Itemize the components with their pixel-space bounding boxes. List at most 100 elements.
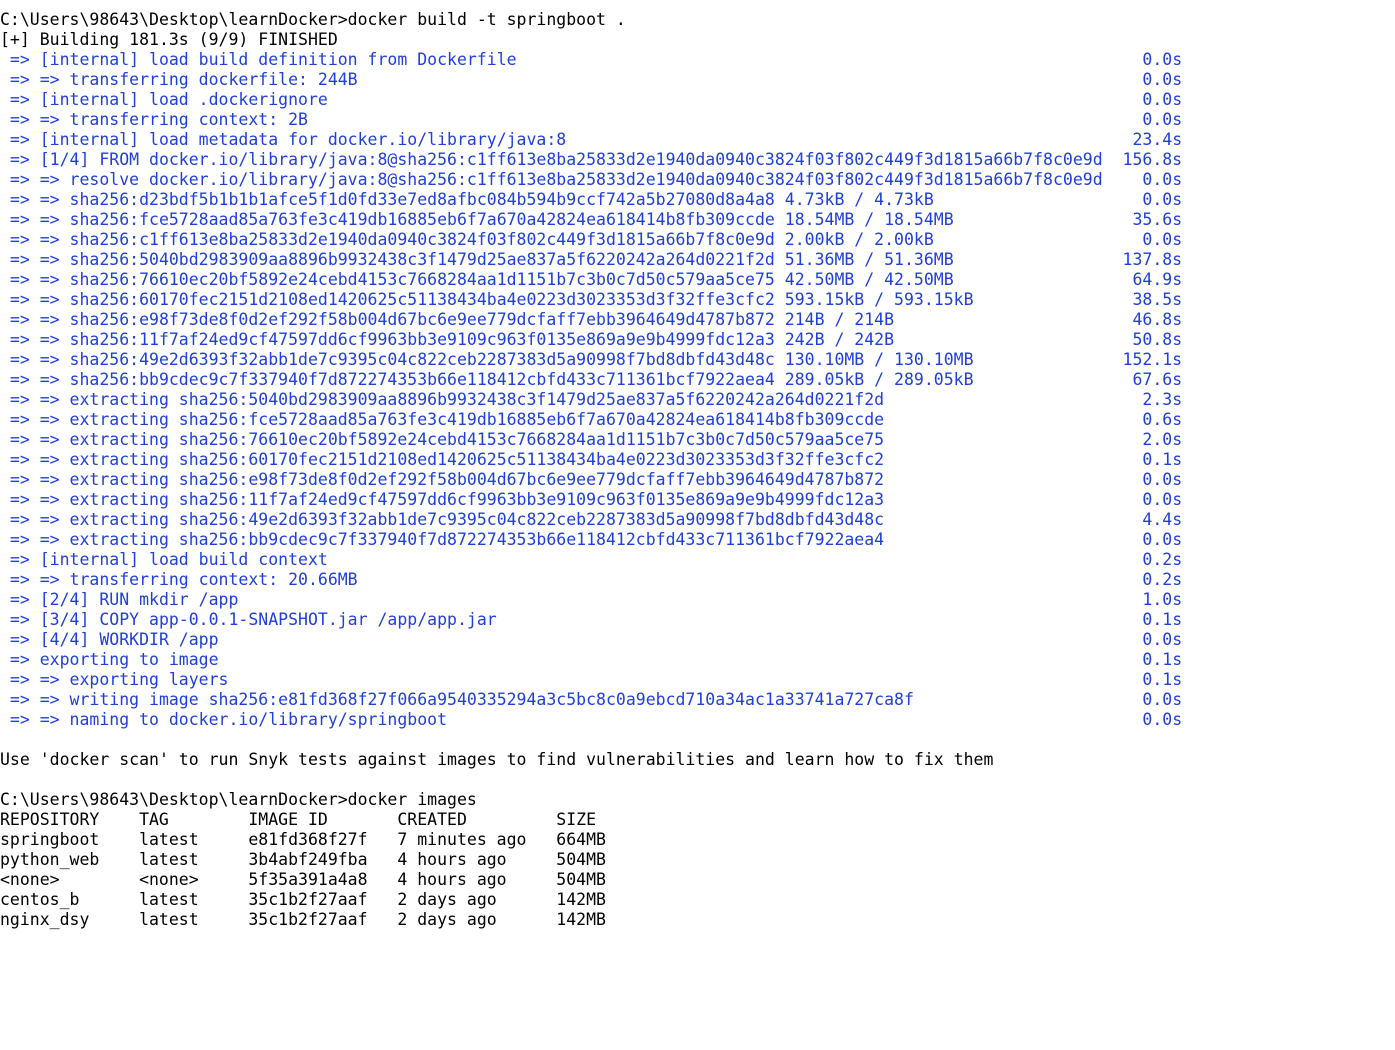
build-step-line: => [internal] load metadata for docker.i… [0,130,1395,150]
cell-repository: python_web [0,850,100,869]
build-step-time: 0.0s [1142,470,1183,489]
cell-tag: <none> [139,870,199,889]
build-step-line: => => extracting sha256:5040bd2983909aa8… [0,390,1395,410]
build-step-line: => [4/4] WORKDIR /app 0.0s [0,630,1395,650]
table-row: <none> <none> 5f35a391a4a8 4 hours ago 5… [0,870,1395,890]
build-step-time: 46.8s [1132,310,1183,329]
images-table-header: REPOSITORY TAG IMAGE ID CREATED SIZE [0,810,1395,830]
build-step-line: => => sha256:bb9cdec9c7f337940f7d8722743… [0,370,1395,390]
build-step-text: => [internal] load build context [0,550,328,569]
cell-repository: nginx_dsy [0,910,90,929]
command-line-build: C:\Users\98643\Desktop\learnDocker>docke… [0,10,626,29]
build-step-text: => => transferring dockerfile: 244B [0,70,358,89]
build-step-time: 0.0s [1142,710,1183,729]
build-step-time: 152.1s [1122,350,1183,369]
build-step-time: 0.0s [1142,190,1183,209]
build-step-line: => => extracting sha256:76610ec20bf5892e… [0,430,1395,450]
build-step-line: => => writing image sha256:e81fd368f27f0… [0,690,1395,710]
build-step-text: => => extracting sha256:bb9cdec9c7f33794… [0,530,885,549]
build-step-time: 0.2s [1142,550,1183,569]
build-step-time: 50.8s [1132,330,1183,349]
build-step-line: => => extracting sha256:fce5728aad85a763… [0,410,1395,430]
build-step-time: 0.6s [1142,410,1183,429]
cell-size: 142MB [556,890,606,909]
cell-created: 4 hours ago [397,870,507,889]
build-step-line: => => extracting sha256:11f7af24ed9cf475… [0,490,1395,510]
cell-repository: centos_b [0,890,80,909]
build-step-time: 35.6s [1132,210,1183,229]
build-step-line: => => extracting sha256:e98f73de8f0d2ef2… [0,470,1395,490]
build-step-text: => => extracting sha256:76610ec20bf5892e… [0,430,885,449]
cell-tag: latest [139,830,199,849]
build-step-time: 0.0s [1142,110,1183,129]
header-repository: REPOSITORY [0,810,100,829]
build-step-text: => => extracting sha256:5040bd2983909aa8… [0,390,885,409]
build-step-time: 0.0s [1142,530,1183,549]
cell-size: 664MB [556,830,606,849]
build-step-line: => => sha256:49e2d6393f32abb1de7c9395c04… [0,350,1395,370]
build-status: [+] Building 181.3s (9/9) FINISHED [0,30,338,49]
build-step-line: => => sha256:c1ff613e8ba25833d2e1940da09… [0,230,1395,250]
build-step-line: => => extracting sha256:49e2d6393f32abb1… [0,510,1395,530]
build-step-text: => => sha256:d23bdf5b1b1b1afce5f1d0fd33e… [0,190,934,209]
cell-tag: latest [139,850,199,869]
build-step-line: => [3/4] COPY app-0.0.1-SNAPSHOT.jar /ap… [0,610,1395,630]
cell-image-id: 3b4abf249fba [248,850,368,869]
build-step-line: => => transferring context: 2B 0.0s [0,110,1395,130]
build-step-time: 2.0s [1142,430,1183,449]
build-step-text: => => extracting sha256:60170fec2151d210… [0,450,885,469]
header-size: SIZE [556,810,597,829]
cell-repository: springboot [0,830,100,849]
build-step-text: => [4/4] WORKDIR /app [0,630,219,649]
build-step-time: 64.9s [1132,270,1183,289]
cell-image-id: 5f35a391a4a8 [248,870,368,889]
cell-image-id: e81fd368f27f [248,830,368,849]
build-step-text: => => resolve docker.io/library/java:8@s… [0,170,1103,189]
build-step-time: 38.5s [1132,290,1183,309]
build-step-text: => => writing image sha256:e81fd368f27f0… [0,690,914,709]
build-step-line: => => naming to docker.io/library/spring… [0,710,1395,730]
table-row: python_web latest 3b4abf249fba 4 hours a… [0,850,1395,870]
build-step-line: => => sha256:76610ec20bf5892e24cebd4153c… [0,270,1395,290]
build-step-line: => => sha256:d23bdf5b1b1b1afce5f1d0fd33e… [0,190,1395,210]
build-step-text: => [3/4] COPY app-0.0.1-SNAPSHOT.jar /ap… [0,610,497,629]
build-step-line: => => sha256:fce5728aad85a763fe3c419db16… [0,210,1395,230]
cell-image-id: 35c1b2f27aaf [248,910,368,929]
build-step-time: 23.4s [1132,130,1183,149]
build-step-time: 0.0s [1142,230,1183,249]
build-step-time: 1.0s [1142,590,1183,609]
build-step-line: => [internal] load .dockerignore 0.0s [0,90,1395,110]
build-step-time: 0.1s [1142,670,1183,689]
build-step-line: => => sha256:5040bd2983909aa8896b9932438… [0,250,1395,270]
build-step-text: => => exporting layers [0,670,229,689]
build-step-time: 0.0s [1142,50,1183,69]
snyk-hint: Use 'docker scan' to run Snyk tests agai… [0,750,994,769]
build-step-time: 0.1s [1142,650,1183,669]
build-step-text: => [internal] load build definition from… [0,50,517,69]
build-step-text: => => naming to docker.io/library/spring… [0,710,448,729]
terminal-window[interactable]: C:\Users\98643\Desktop\learnDocker>docke… [0,0,1395,942]
build-step-time: 0.0s [1142,690,1183,709]
build-step-text: => => sha256:c1ff613e8ba25833d2e1940da09… [0,230,934,249]
command-line-images: C:\Users\98643\Desktop\learnDocker>docke… [0,790,477,809]
build-step-line: => exporting to image 0.1s [0,650,1395,670]
cell-created: 7 minutes ago [397,830,527,849]
build-step-line: => [internal] load build context 0.2s [0,550,1395,570]
cell-tag: latest [139,910,199,929]
build-step-time: 0.0s [1142,90,1183,109]
cell-created: 2 days ago [397,890,497,909]
build-step-time: 0.0s [1142,630,1183,649]
build-step-line: => => sha256:60170fec2151d2108ed1420625c… [0,290,1395,310]
build-step-line: => => transferring dockerfile: 244B 0.0s [0,70,1395,90]
build-step-line: => [1/4] FROM docker.io/library/java:8@s… [0,150,1395,170]
build-step-text: => => sha256:5040bd2983909aa8896b9932438… [0,250,954,269]
build-step-text: => => sha256:bb9cdec9c7f337940f7d8722743… [0,370,974,389]
build-step-time: 67.6s [1132,370,1183,389]
build-step-time: 0.1s [1142,610,1183,629]
table-row: centos_b latest 35c1b2f27aaf 2 days ago … [0,890,1395,910]
build-step-text: => => sha256:76610ec20bf5892e24cebd4153c… [0,270,954,289]
build-step-time: 0.0s [1142,70,1183,89]
cell-size: 504MB [556,870,606,889]
